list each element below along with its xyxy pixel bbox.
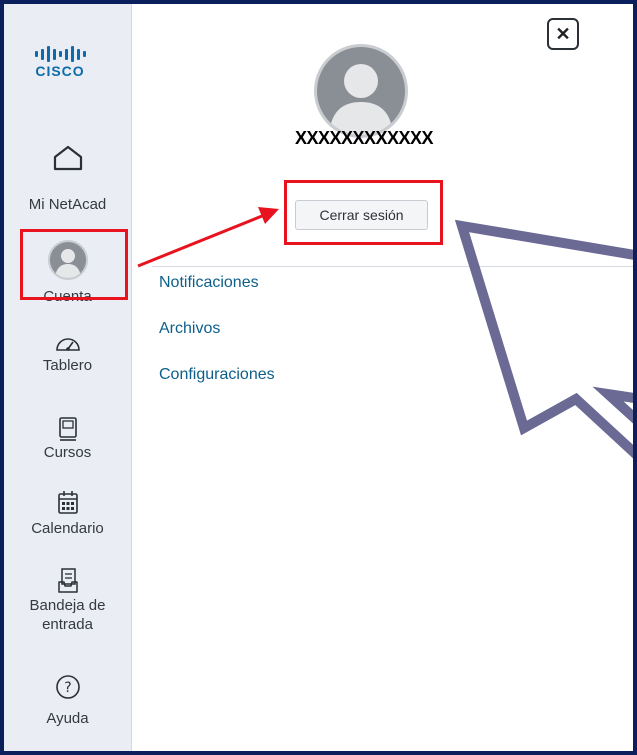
cursor-outline-icon — [454, 219, 633, 459]
screenshot-frame: CISCO Mi NetAcad Cuenta Tablero Cursos C… — [0, 0, 637, 755]
red-arrow — [137, 207, 279, 268]
annotation-overlay — [137, 207, 633, 459]
